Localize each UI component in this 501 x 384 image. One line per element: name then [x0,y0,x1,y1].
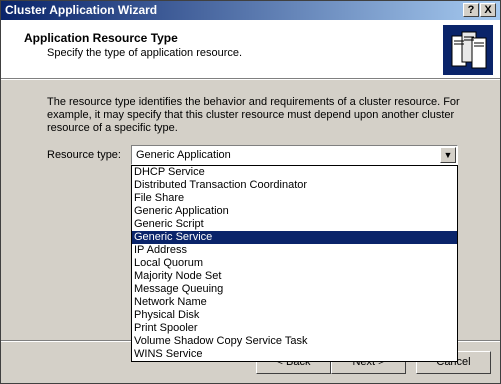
dropdown-option[interactable]: Generic Application [132,205,457,218]
dropdown-option[interactable]: Majority Node Set [132,270,457,283]
resource-type-label: Resource type: [47,149,121,161]
dropdown-option[interactable]: Generic Service [132,231,457,244]
dropdown-option[interactable]: WINS Service [132,348,457,361]
resource-type-value: Generic Application [136,149,231,161]
dropdown-option[interactable]: Volume Shadow Copy Service Task [132,335,457,348]
dropdown-option[interactable]: Message Queuing [132,283,457,296]
page-subtitle: Specify the type of application resource… [47,47,243,59]
description-text: The resource type identifies the behavio… [47,96,460,134]
wizard-window: Cluster Application Wizard ? X Applicati… [0,0,501,384]
cluster-servers-icon [443,25,493,75]
dropdown-option[interactable]: Distributed Transaction Coordinator [132,179,457,192]
header-divider [1,78,500,80]
dropdown-option[interactable]: Physical Disk [132,309,457,322]
resource-type-dropdown-list[interactable]: DHCP Service Distributed Transaction Coor… [131,165,458,362]
help-button[interactable]: ? [463,3,479,17]
page-title: Application Resource Type [24,31,178,45]
dropdown-option[interactable]: DHCP Service [132,166,457,179]
title-bar[interactable]: Cluster Application Wizard ? X [1,1,500,20]
dropdown-option[interactable]: Local Quorum [132,257,457,270]
window-title: Cluster Application Wizard [5,3,158,17]
dropdown-option[interactable]: IP Address [132,244,457,257]
dropdown-option[interactable]: File Share [132,192,457,205]
dropdown-arrow-icon[interactable]: ▼ [440,147,456,163]
dropdown-option[interactable]: Print Spooler [132,322,457,335]
dropdown-option[interactable]: Network Name [132,296,457,309]
close-button[interactable]: X [480,3,496,17]
dropdown-option[interactable]: Generic Script [132,218,457,231]
resource-type-combobox[interactable]: Generic Application ▼ [131,145,458,165]
wizard-header: Application Resource Type Specify the ty… [1,20,500,78]
